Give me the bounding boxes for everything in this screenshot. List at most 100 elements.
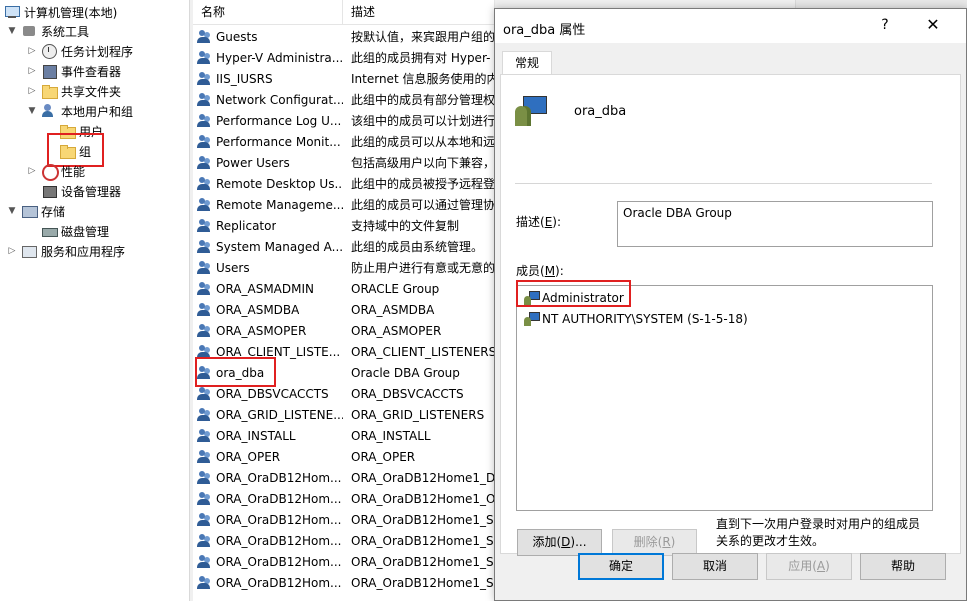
column-header-description[interactable]: 描述 — [343, 0, 495, 24]
group-desc-text: 此组的成员可以通过管理协 — [351, 198, 495, 212]
tree-item-performance[interactable]: ▷ 性能 — [26, 161, 85, 181]
members-list[interactable]: Administrator NT AUTHORITY\SYSTEM (S-1-5… — [516, 285, 933, 511]
table-row[interactable]: ORA_OraDB12Hom... ORA_OraDB12Home1_S — [193, 509, 495, 530]
group-desc-cell: 按默认值，来宾跟用户组的 — [343, 28, 495, 45]
tree-item-local-users-groups[interactable]: ▼ 本地用户和组 — [26, 101, 133, 121]
chevron-right-icon[interactable]: ▷ — [26, 166, 38, 176]
tree-item-root[interactable]: 计算机管理(本地) — [4, 2, 117, 22]
chevron-down-icon[interactable]: ▼ — [6, 26, 18, 36]
divider — [515, 183, 932, 184]
group-icon — [197, 92, 213, 108]
tree-item-shared-folders[interactable]: ▷ 共享文件夹 — [26, 81, 121, 101]
group-name-text: IIS_IUSRS — [216, 71, 273, 86]
table-row[interactable]: Performance Log U... 该组中的成员可以计划进行 — [193, 110, 495, 131]
chevron-down-icon[interactable]: ▼ — [6, 206, 18, 216]
table-row[interactable]: ORA_INSTALL ORA_INSTALL — [193, 425, 495, 446]
group-desc-cell: ORA_OraDB12Home1_D — [343, 471, 495, 485]
group-desc-cell: ORA_CLIENT_LISTENERS — [343, 345, 495, 359]
tree-item-task-scheduler[interactable]: ▷ 任务计划程序 — [26, 41, 133, 61]
chevron-right-icon[interactable]: ▷ — [26, 46, 38, 56]
table-row[interactable]: Hyper-V Administra... 此组的成员拥有对 Hyper- — [193, 47, 495, 68]
group-icon — [197, 302, 213, 318]
computer-icon — [4, 4, 20, 20]
table-row[interactable]: Power Users 包括高级用户以向下兼容， — [193, 152, 495, 173]
tree-item-label: 任务计划程序 — [61, 44, 134, 59]
group-icon — [197, 512, 213, 528]
ok-button[interactable]: 确定 — [578, 553, 664, 580]
group-name-cell: ORA_ASMOPER — [193, 323, 343, 339]
group-name-cell: Power Users — [193, 155, 343, 171]
tree-item-event-viewer[interactable]: ▷ 事件查看器 — [26, 61, 121, 81]
group-desc-text: ORA_OraDB12Home1_S — [351, 575, 494, 590]
table-row[interactable]: Performance Monit... 此组的成员可以从本地和远 — [193, 131, 495, 152]
table-row[interactable]: System Managed A... 此组的成员由系统管理。 — [193, 236, 495, 257]
group-name-cell: ORA_OraDB12Hom... — [193, 470, 343, 486]
tree-item-device-manager[interactable]: 设备管理器 — [41, 181, 121, 201]
table-row[interactable]: ORA_GRID_LISTENE... ORA_GRID_LISTENERS — [193, 404, 495, 425]
services-icon — [21, 243, 37, 259]
chevron-right-icon[interactable]: ▷ — [6, 246, 18, 256]
chevron-down-icon[interactable]: ▼ — [26, 106, 38, 116]
table-row[interactable]: Replicator 支持域中的文件复制 — [193, 215, 495, 236]
table-row[interactable]: ORA_OraDB12Hom... ORA_OraDB12Home1_S — [193, 551, 495, 572]
tree-item-storage[interactable]: ▼ 存储 — [6, 201, 65, 221]
group-name-text: ORA_DBSVCACCTS — [216, 386, 329, 401]
group-desc-text: ORA_INSTALL — [351, 428, 431, 443]
group-name-cell: ORA_INSTALL — [193, 428, 343, 444]
chevron-right-icon[interactable]: ▷ — [26, 86, 38, 96]
table-row[interactable]: ORA_ASMDBA ORA_ASMDBA — [193, 299, 495, 320]
remove-member-button[interactable]: 删除(R) — [612, 529, 697, 556]
group-desc-text: ORA_ASMDBA — [351, 302, 435, 317]
tab-general[interactable]: 常规 — [502, 51, 552, 75]
group-name-cell: Users — [193, 260, 343, 276]
table-row[interactable]: Users 防止用户进行有意或无意的 — [193, 257, 495, 278]
group-icon — [515, 96, 547, 128]
table-row[interactable]: ORA_ASMOPER ORA_ASMOPER — [193, 320, 495, 341]
group-icon — [197, 113, 213, 129]
membership-note: 直到下一次用户登录时对用户的组成员关系的更改才生效。 — [716, 517, 921, 548]
cancel-button[interactable]: 取消 — [672, 553, 758, 580]
group-name-text: Power Users — [216, 155, 290, 170]
group-name-text: ORA_OraDB12Hom... — [216, 470, 342, 485]
group-icon — [197, 470, 213, 486]
group-name-text: Network Configurat... — [216, 92, 343, 107]
table-row[interactable]: ORA_OraDB12Hom... ORA_OraDB12Home1_S — [193, 530, 495, 551]
group-name-text: Replicator — [216, 218, 277, 233]
table-row[interactable]: ORA_OPER ORA_OPER — [193, 446, 495, 467]
group-name-cell: ORA_ASMADMIN — [193, 281, 343, 297]
group-desc-cell: 此组的成员可以从本地和远 — [343, 133, 495, 150]
column-header-name[interactable]: 名称 — [193, 0, 343, 24]
table-row[interactable]: IIS_IUSRS Internet 信息服务使用的内 — [193, 68, 495, 89]
group-desc-text: ORA_OraDB12Home1_D — [351, 470, 495, 485]
add-member-button[interactable]: 添加(D)... — [517, 529, 602, 556]
table-row[interactable]: ORA_OraDB12Hom... ORA_OraDB12Home1_D — [193, 467, 495, 488]
apply-button[interactable]: 应用(A) — [766, 553, 852, 580]
member-item[interactable]: NT AUTHORITY\SYSTEM (S-1-5-18) — [523, 310, 748, 328]
dialog-title-bar[interactable]: ora_dba 属性 ? ✕ — [495, 9, 966, 43]
table-row[interactable]: ORA_ASMADMIN ORACLE Group — [193, 278, 495, 299]
storage-icon — [21, 203, 38, 219]
tree-item-system-tools[interactable]: ▼ 系统工具 — [6, 21, 89, 41]
table-row[interactable]: ORA_OraDB12Hom... ORA_OraDB12Home1_O — [193, 488, 495, 509]
description-field[interactable]: Oracle DBA Group — [617, 201, 933, 247]
table-row[interactable]: Remote Desktop Us... 此组中的成员被授予远程登 — [193, 173, 495, 194]
close-icon[interactable]: ✕ — [923, 15, 943, 34]
help-button[interactable]: 帮助 — [860, 553, 946, 580]
group-desc-cell: ORA_OraDB12Home1_S — [343, 534, 495, 548]
group-icon — [197, 155, 213, 171]
chevron-right-icon[interactable]: ▷ — [26, 66, 38, 76]
table-row[interactable]: Network Configurat... 此组中的成员有部分管理权 — [193, 89, 495, 110]
tree-item-services-apps[interactable]: ▷ 服务和应用程序 — [6, 241, 125, 261]
table-row[interactable]: ORA_OraDB12Hom... ORA_OraDB12Home1_S — [193, 572, 495, 593]
group-desc-text: 支持域中的文件复制 — [351, 219, 460, 233]
tree-item-disk-management[interactable]: 磁盘管理 — [41, 221, 109, 241]
table-row[interactable]: Remote Manageme... 此组的成员可以通过管理协 — [193, 194, 495, 215]
group-desc-text: 防止用户进行有意或无意的 — [351, 261, 495, 275]
group-desc-text: ORA_OraDB12Home1_S — [351, 554, 494, 569]
group-desc-text: Oracle DBA Group — [351, 365, 460, 380]
group-name-cell: ORA_OraDB12Hom... — [193, 575, 343, 591]
table-row[interactable]: Guests 按默认值，来宾跟用户组的 — [193, 26, 495, 47]
group-icon — [197, 260, 213, 276]
group-name-cell: ORA_OraDB12Hom... — [193, 512, 343, 528]
help-icon[interactable]: ? — [877, 17, 893, 33]
